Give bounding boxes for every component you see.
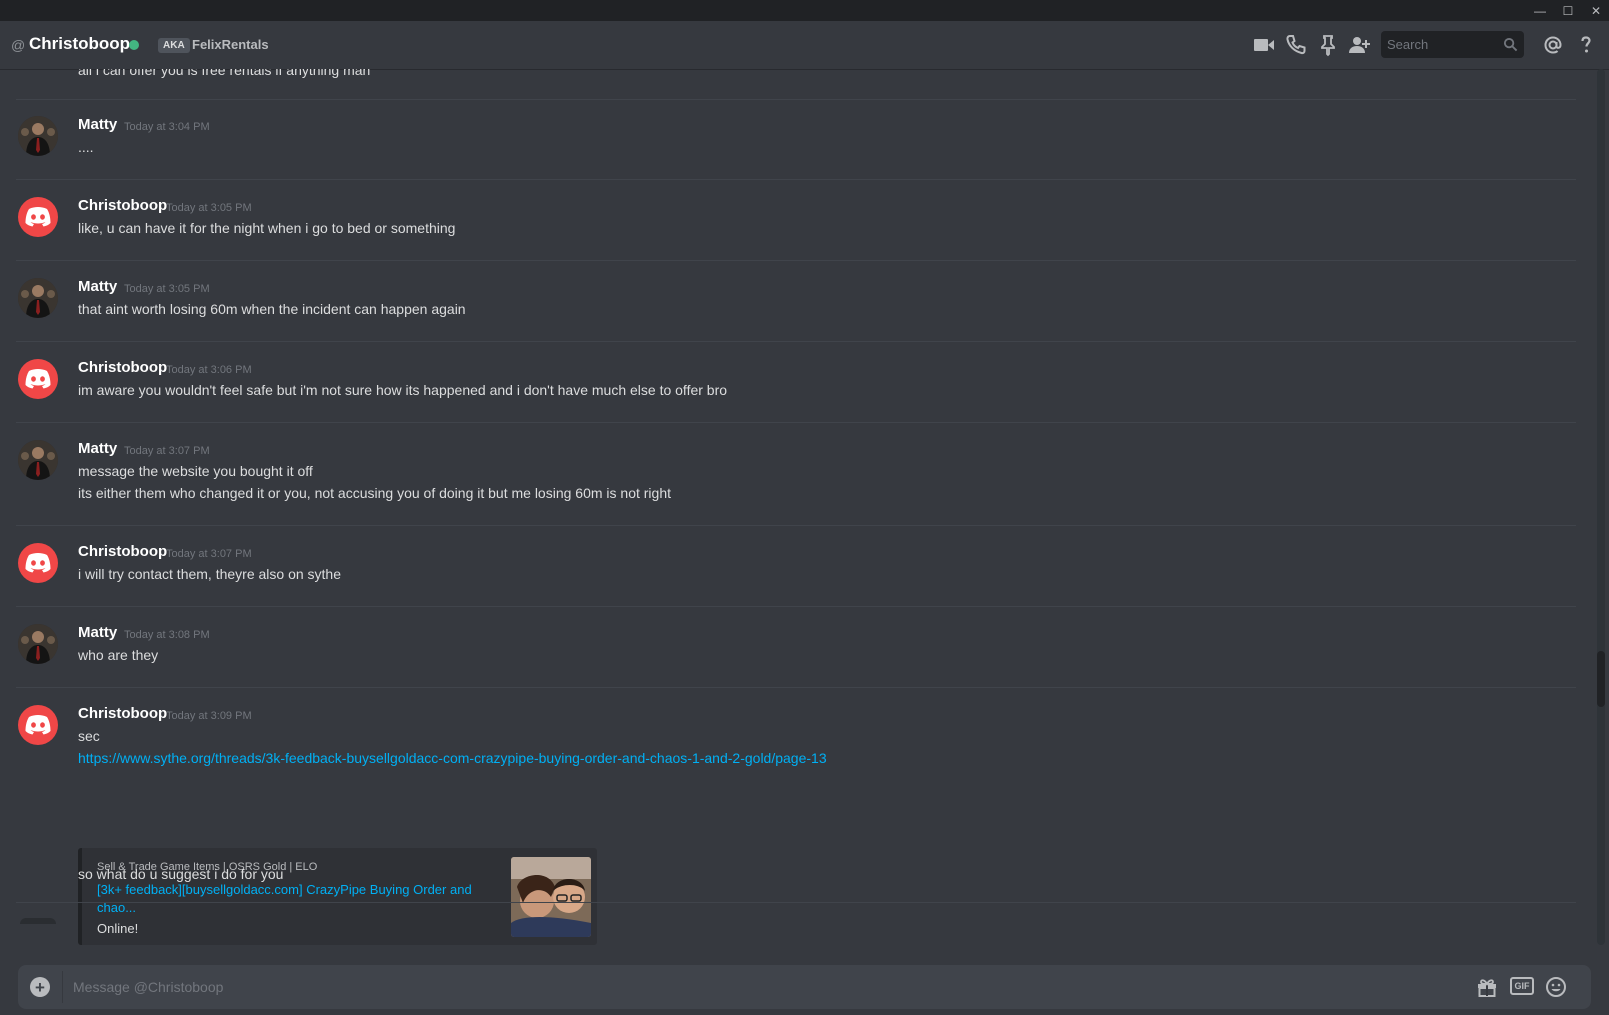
message-text: sec — [78, 728, 100, 744]
message-timestamp: Today at 3:08 PM — [124, 629, 210, 641]
aka-badge: AKA — [158, 38, 190, 53]
message-timestamp: Today at 3:05 PM — [124, 283, 210, 295]
avatar[interactable] — [18, 624, 58, 664]
dm-username[interactable]: Christoboop — [29, 34, 130, 54]
message-timestamp: Today at 3:07 PM — [166, 548, 252, 560]
pin-icon[interactable] — [1316, 33, 1340, 57]
avatar[interactable] — [18, 278, 58, 318]
message-list: all i can offer you is free rentals if a… — [0, 69, 1595, 945]
message-text: who are they — [78, 647, 159, 663]
embed-photo-icon — [511, 857, 591, 937]
message-author[interactable]: Matty — [78, 278, 117, 295]
discord-logo-icon — [25, 369, 51, 389]
message-input[interactable] — [73, 965, 1473, 1009]
message-divider — [16, 902, 1576, 903]
message-timestamp: Today at 3:05 PM — [166, 202, 252, 214]
message-composer: + GIF — [18, 965, 1591, 1009]
close-button[interactable]: ✕ — [1582, 0, 1609, 21]
help-icon[interactable] — [1574, 33, 1598, 57]
message-author[interactable]: Christoboop — [78, 543, 167, 560]
message-divider — [16, 179, 1576, 180]
search-box[interactable]: Search — [1381, 31, 1524, 58]
avatar[interactable] — [18, 197, 58, 237]
scrollbar-thumb[interactable] — [1597, 651, 1605, 707]
channel-header: @ Christoboop AKA FelixRentals Search — [0, 21, 1609, 69]
message-divider — [16, 341, 1576, 342]
message-author[interactable]: Christoboop — [78, 197, 167, 214]
message-author[interactable]: Christoboop — [78, 705, 167, 722]
video-call-icon[interactable] — [1252, 33, 1276, 57]
gift-icon[interactable] — [1475, 975, 1499, 999]
message-text: i will try contact them, theyre also on … — [78, 566, 341, 582]
embed-description: Online! — [97, 921, 139, 936]
message-divider — [16, 260, 1576, 261]
avatar[interactable] — [18, 543, 58, 583]
aka-name: FelixRentals — [192, 37, 269, 52]
add-friend-icon[interactable] — [1347, 33, 1371, 57]
message-text: its either them who changed it or you, n… — [78, 485, 671, 501]
message-timestamp: Today at 3:04 PM — [124, 121, 210, 133]
message-author[interactable]: Matty — [78, 440, 117, 457]
maximize-button[interactable]: ☐ — [1554, 0, 1582, 21]
message-divider — [16, 606, 1576, 607]
at-symbol: @ — [11, 37, 26, 53]
avatar-photo-icon — [18, 624, 58, 664]
composer-divider — [62, 971, 63, 1003]
emoji-icon[interactable] — [1544, 975, 1568, 999]
message-text: all i can offer you is free rentals if a… — [78, 69, 371, 78]
avatar-partial — [20, 918, 56, 924]
search-placeholder: Search — [1387, 37, 1429, 52]
avatar-photo-icon — [18, 278, 58, 318]
gif-button[interactable]: GIF — [1510, 977, 1534, 995]
message-text: like, u can have it for the night when i… — [78, 220, 456, 236]
message-timestamp: Today at 3:09 PM — [166, 710, 252, 722]
message-divider — [16, 525, 1576, 526]
message-text: .... — [78, 139, 94, 155]
message-timestamp: Today at 3:07 PM — [124, 445, 210, 457]
message-timestamp: Today at 3:06 PM — [166, 364, 252, 376]
discord-logo-icon — [25, 207, 51, 227]
avatar-photo-icon — [18, 440, 58, 480]
avatar[interactable] — [18, 359, 58, 399]
upload-button[interactable]: + — [30, 977, 50, 997]
message-link[interactable]: https://www.sythe.org/threads/3k-feedbac… — [78, 750, 827, 766]
minimize-button[interactable]: — — [1526, 0, 1554, 21]
voice-call-icon[interactable] — [1284, 33, 1308, 57]
embed-title-link[interactable]: [3k+ feedback][buysellgoldacc.com] Crazy… — [97, 881, 487, 917]
message-author[interactable]: Christoboop — [78, 359, 167, 376]
message-divider — [16, 687, 1576, 688]
message-divider — [16, 422, 1576, 423]
message-author[interactable]: Matty — [78, 624, 117, 641]
search-icon — [1503, 37, 1518, 52]
message-text: im aware you wouldn't feel safe but i'm … — [78, 382, 728, 398]
link-embed: Sell & Trade Game Items | OSRS Gold | EL… — [78, 848, 597, 945]
message-author[interactable]: Matty — [78, 116, 117, 133]
avatar[interactable] — [18, 705, 58, 745]
message-divider — [16, 99, 1576, 100]
mention-icon[interactable] — [1541, 33, 1565, 57]
online-status-icon — [129, 40, 139, 50]
message-text: that aint worth losing 60m when the inci… — [78, 301, 466, 317]
message-text: so what do u suggest i do for you — [78, 866, 284, 882]
window-titlebar: — ☐ ✕ — [0, 0, 1609, 21]
avatar[interactable] — [18, 116, 58, 156]
discord-logo-icon — [25, 553, 51, 573]
embed-thumbnail[interactable] — [511, 857, 591, 937]
discord-logo-icon — [25, 715, 51, 735]
avatar[interactable] — [18, 440, 58, 480]
chat-scrollbar[interactable] — [1597, 69, 1605, 945]
message-text: message the website you bought it off — [78, 463, 313, 479]
avatar-photo-icon — [18, 116, 58, 156]
